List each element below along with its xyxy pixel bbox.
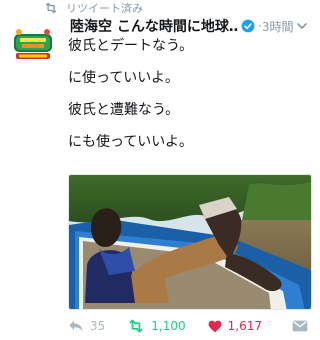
- verified-badge-icon: [241, 19, 255, 33]
- tweet-text-line: 彼氏とデートなう。: [68, 38, 194, 54]
- photo-image: [69, 175, 311, 309]
- chevron-down-icon[interactable]: [296, 20, 308, 32]
- tweet-time[interactable]: 3時間: [262, 18, 294, 35]
- tweet-photo[interactable]: [68, 174, 312, 310]
- tweet-actions: 35 1,100 1,617: [68, 316, 312, 336]
- direct-message-button[interactable]: [292, 320, 308, 332]
- reply-count: 35: [90, 319, 106, 333]
- heart-icon: [208, 320, 222, 332]
- tweet-text-line: にも使っていいよ。: [68, 134, 194, 150]
- tweet-header: 陸海空 こんな時間に地球… · 3時間: [70, 16, 310, 36]
- retweet-icon: [45, 2, 57, 14]
- like-count: 1,617: [227, 319, 262, 333]
- tweet-text: 彼氏とデートなう。 に使っていいよ。 彼氏と遭難なう。 にも使っていいよ。: [68, 38, 312, 150]
- avatar[interactable]: [10, 20, 56, 66]
- retweet-context-label: リツイート済み: [66, 2, 143, 15]
- mail-icon: [292, 320, 308, 332]
- retweet-icon: [129, 319, 143, 333]
- tweet-text-line: に使っていいよ。: [68, 70, 180, 86]
- tweet-text-line: 彼氏と遭難なう。: [68, 102, 180, 118]
- avatar-image: [10, 20, 56, 66]
- like-button[interactable]: 1,617: [208, 319, 262, 333]
- retweet-count: 1,100: [151, 319, 186, 333]
- retweet-button[interactable]: 1,100: [127, 319, 186, 333]
- retweet-context: リツイート済み: [44, 0, 143, 16]
- reply-icon: [69, 320, 83, 332]
- reply-button[interactable]: 35: [68, 319, 105, 333]
- author-name[interactable]: 陸海空 こんな時間に地球…: [70, 16, 238, 36]
